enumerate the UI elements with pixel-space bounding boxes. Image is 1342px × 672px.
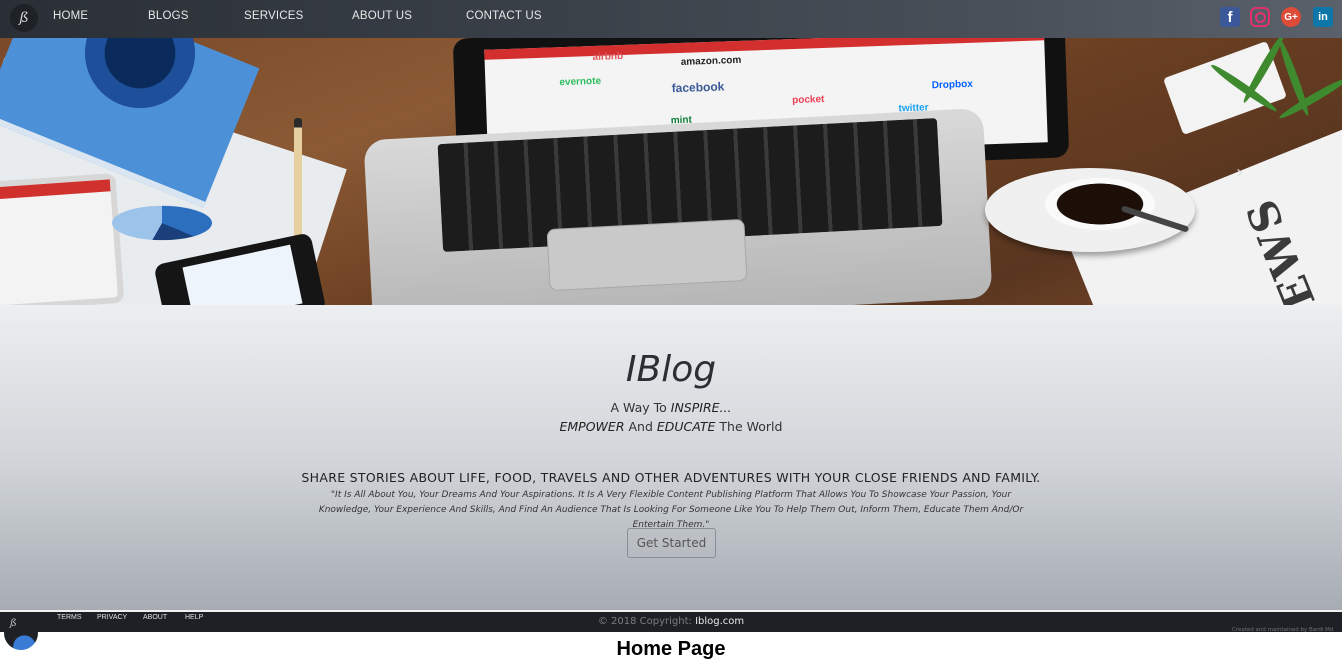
laptop-trackpad (546, 218, 748, 292)
site-title: IBlog (625, 349, 717, 390)
brand-pocket: pocket (791, 93, 825, 107)
google-plus-icon[interactable]: G+ (1281, 7, 1301, 27)
copyright-prefix: © 2018 Copyright: (597, 616, 696, 627)
brand-evernote: evernote (559, 75, 602, 89)
nav-about-us[interactable]: ABOUT US (352, 10, 412, 22)
credit-text: Created and maintained by Bardi Md (1232, 627, 1334, 633)
linkedin-icon[interactable]: in (1313, 7, 1333, 27)
copyright-text: © 2018 Copyright: Iblog.com (0, 616, 1342, 627)
tagline-educate: EDUCATE (656, 419, 716, 434)
tagline-line-1: A Way To INSPIRE... (0, 400, 1342, 415)
tagline-inspire: INSPIRE... (670, 400, 732, 415)
intro-quote: "It Is All About You, Your Dreams And Yo… (318, 490, 1024, 530)
pie-chart (112, 205, 212, 241)
plant-leaf (1277, 74, 1342, 122)
nav-contact-us[interactable]: CONTACT US (466, 10, 542, 22)
top-navbar: ß HOME BLOGS SERVICES ABOUT US CONTACT U… (0, 0, 1342, 38)
brand-facebook: facebook (671, 79, 725, 96)
brand-amazon: amazon.com (680, 54, 742, 68)
copyright-link[interactable]: Iblog.com (695, 616, 744, 627)
site-logo[interactable]: ß (10, 4, 38, 32)
page-footer: ß TERMS PRIVACY ABOUT HELP © 2018 Copyri… (0, 610, 1342, 650)
coffee-cup (1045, 178, 1155, 230)
nav-blogs[interactable]: BLOGS (148, 10, 189, 22)
tagline-empower: EMPOWER (559, 419, 625, 434)
share-heading: SHARE STORIES ABOUT LIFE, FOOD, TRAVELS … (301, 470, 1041, 485)
nav-home[interactable]: HOME (53, 10, 88, 22)
tagline-line-2: EMPOWER And EDUCATE The World (0, 419, 1342, 434)
tagline-and: And (624, 419, 657, 434)
get-started-button[interactable]: Get Started (627, 528, 716, 558)
hero-banner-image: airbnb amazon.com evernote facebook Drop… (0, 38, 1342, 305)
intro-section: IBlog A Way To INSPIRE... EMPOWER And ED… (0, 305, 1342, 610)
brand-dropbox: Dropbox (931, 78, 974, 92)
nav-services[interactable]: SERVICES (244, 10, 304, 22)
pencil (294, 118, 302, 238)
tablet (0, 172, 125, 305)
tagline-prefix: A Way To (610, 400, 671, 415)
facebook-icon[interactable]: f (1220, 7, 1240, 27)
tagline-suffix: The World (715, 419, 783, 434)
instagram-icon[interactable] (1250, 7, 1270, 27)
page-caption: Home Page (616, 638, 726, 660)
carousel-next-icon[interactable]: › (1236, 162, 1243, 183)
brand-airbnb: airbnb (592, 50, 624, 64)
